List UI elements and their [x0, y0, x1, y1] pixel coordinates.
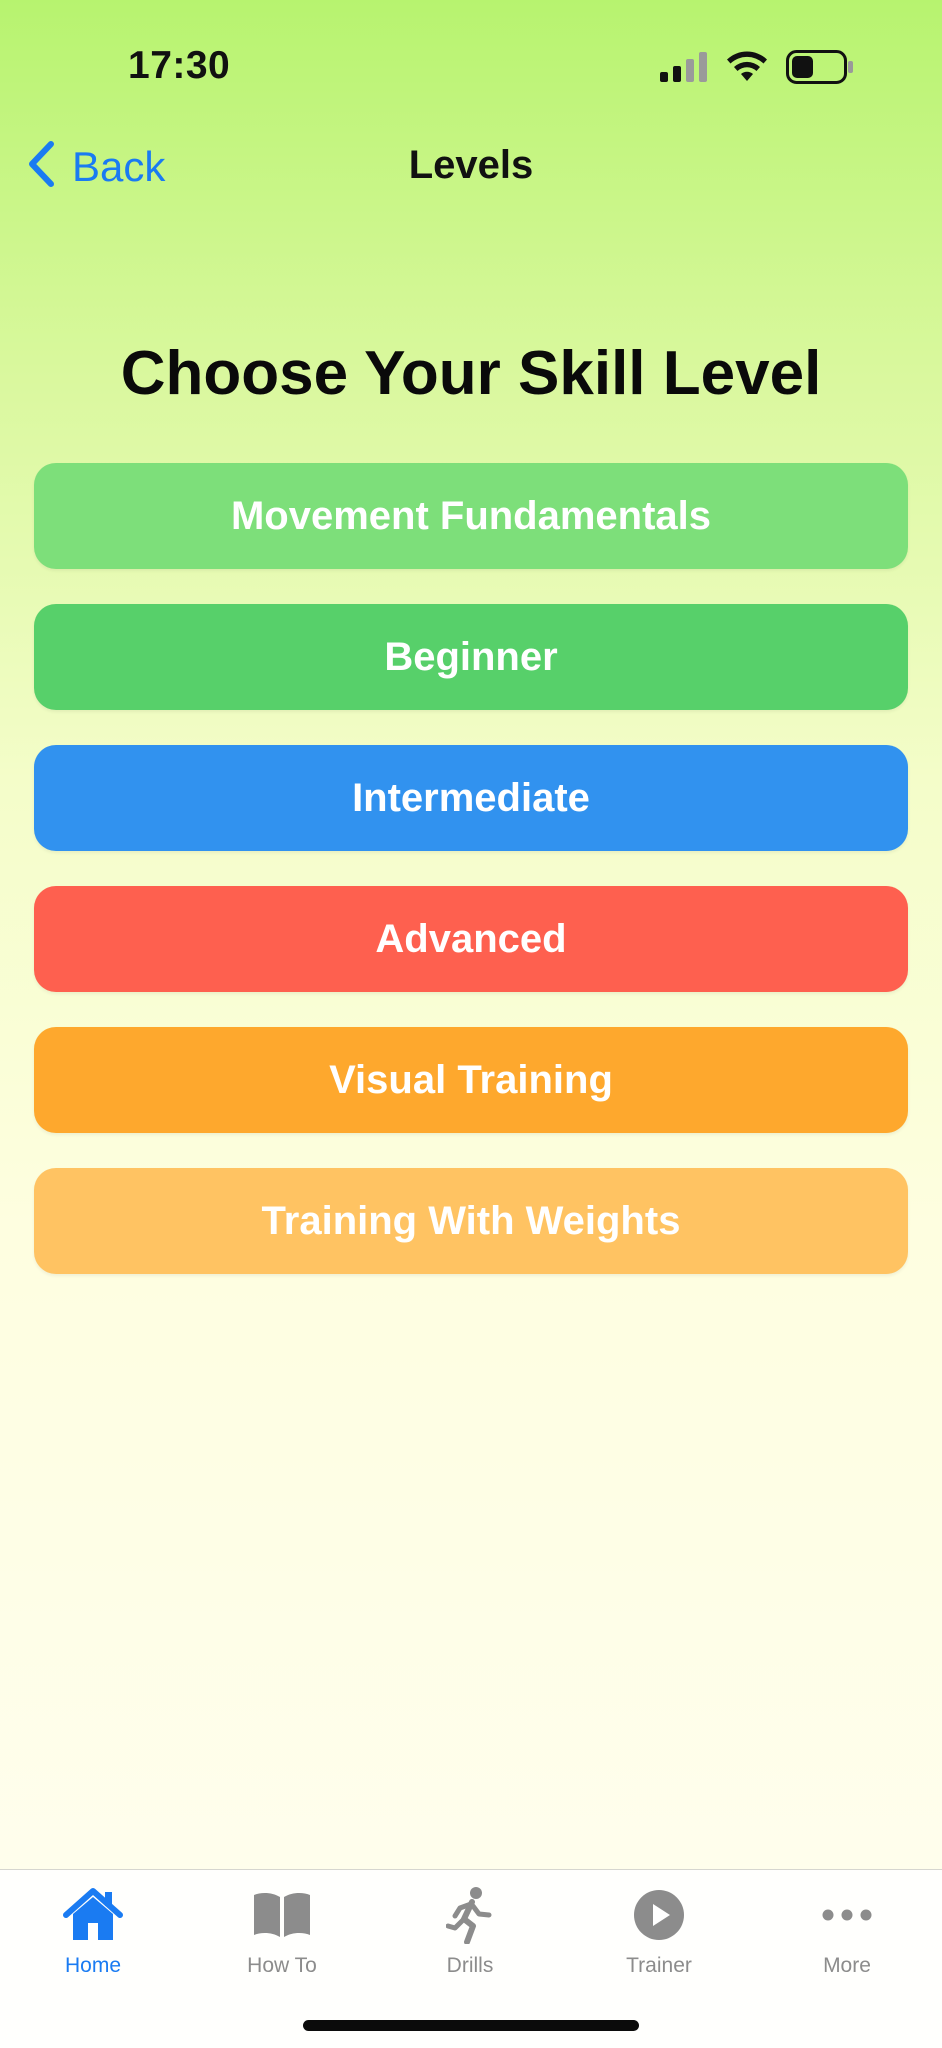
level-button-advanced[interactable]: Advanced: [34, 886, 908, 992]
running-figure-icon: [446, 1884, 494, 1946]
level-button-intermediate[interactable]: Intermediate: [34, 745, 908, 851]
tab-how-to[interactable]: How To: [207, 1884, 357, 1978]
tab-label-how-to: How To: [247, 1954, 317, 1977]
level-button-visual-training[interactable]: Visual Training: [34, 1027, 908, 1133]
tab-label-drills: Drills: [446, 1954, 494, 1977]
play-circle-icon: [633, 1884, 685, 1946]
tab-drills[interactable]: Drills: [395, 1884, 545, 1978]
wifi-icon: [726, 51, 768, 88]
level-button-movement-fundamentals[interactable]: Movement Fundamentals: [34, 463, 908, 569]
status-time: 17:30: [128, 44, 231, 87]
page-heading: Choose Your Skill Level: [120, 339, 822, 408]
nav-title: Levels: [408, 143, 534, 187]
level-list: Movement Fundamentals Beginner Intermedi…: [34, 463, 908, 1274]
cellular-signal-icon: [660, 52, 708, 87]
house-icon: [63, 1884, 123, 1946]
tab-label-home: Home: [64, 1954, 122, 1977]
tab-more[interactable]: More: [772, 1884, 922, 1978]
book-icon: [252, 1884, 312, 1946]
levels-screen: 17:30 Back Levels Choose Your Skill Leve…: [0, 0, 942, 2048]
home-indicator: [303, 2020, 639, 2031]
status-icons: [660, 50, 854, 89]
tab-label-more: More: [823, 1954, 871, 1977]
ellipsis-icon: [822, 1884, 872, 1946]
tab-label-trainer: Trainer: [626, 1954, 692, 1977]
battery-icon: [786, 50, 854, 89]
level-button-beginner[interactable]: Beginner: [34, 604, 908, 710]
tab-trainer[interactable]: Trainer: [584, 1884, 734, 1978]
tab-home[interactable]: Home: [18, 1884, 168, 1978]
level-button-training-with-weights[interactable]: Training With Weights: [34, 1168, 908, 1274]
